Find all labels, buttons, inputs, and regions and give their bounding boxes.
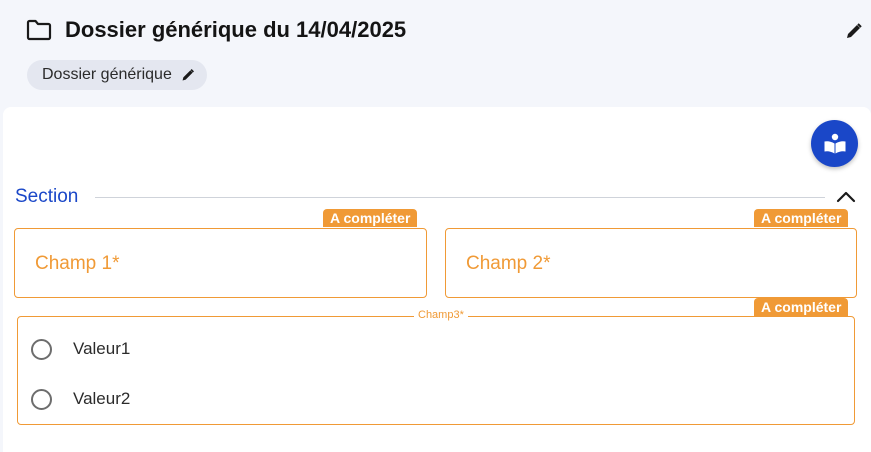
dossier-header: Dossier générique du 14/04/2025 Dossier …: [0, 0, 871, 108]
champ-1-field[interactable]: Champ 1*: [14, 228, 427, 298]
dossier-type-chip[interactable]: Dossier générique: [27, 60, 207, 90]
radio-label: Valeur1: [73, 339, 131, 358]
required-badge: A compléter: [754, 298, 849, 316]
form-card: Section A compléter Champ 1* A compléter…: [3, 107, 871, 452]
radio-label: Valeur2: [73, 389, 131, 408]
champ-3-radio-group: Champ3* Valeur1 Valeur2: [17, 309, 855, 425]
radio-button[interactable]: [31, 388, 52, 410]
champ-2-label: Champ 2*: [466, 253, 551, 274]
pencil-icon: [182, 69, 194, 81]
champ-2-field[interactable]: Champ 2*: [445, 228, 857, 298]
open-book-icon: [824, 133, 845, 153]
radio-option-valeur1[interactable]: Valeur1: [31, 336, 130, 362]
page-title: Dossier générique du 14/04/2025: [65, 17, 407, 42]
required-badge: A compléter: [754, 209, 849, 227]
radio-option-valeur2[interactable]: Valeur2: [31, 386, 130, 412]
pencil-icon[interactable]: [845, 22, 863, 40]
section-divider: [95, 197, 825, 198]
champ-3-legend: Champ3*: [414, 309, 468, 321]
section-title: Section: [15, 186, 79, 207]
help-book-button[interactable]: [811, 120, 858, 167]
chevron-up-icon: [836, 191, 856, 203]
section-collapse-button[interactable]: [834, 187, 858, 207]
folder-icon: [26, 19, 52, 41]
dossier-type-label: Dossier générique: [42, 66, 172, 83]
radio-button[interactable]: [31, 338, 52, 360]
champ-1-label: Champ 1*: [35, 253, 120, 274]
required-badge: A compléter: [323, 209, 418, 227]
